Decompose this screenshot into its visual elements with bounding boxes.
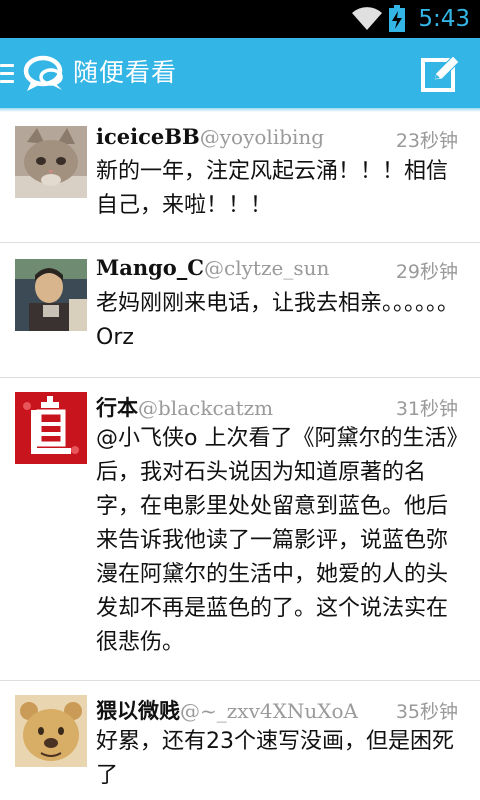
battery-charging-icon — [389, 5, 405, 32]
tweet-item[interactable]: Mango_C@clytze_sun 29秒钟 老妈刚刚来电话，让我去相亲。。。… — [0, 243, 480, 378]
user-name[interactable]: 猥以微贱 — [96, 698, 180, 723]
user-handle[interactable]: @blackcatzm — [138, 396, 273, 420]
tweet-time: 35秒钟 — [395, 701, 458, 723]
user-handle[interactable]: @clytze_sun — [204, 256, 329, 280]
tweet-text: @小飞侠o 上次看了《阿黛尔的生活》后，我对石头说因为知道原著的名字，在电影里处… — [96, 426, 458, 655]
wifi-icon — [352, 7, 382, 31]
timeline-feed[interactable]: iceiceBB@yoyolibing 23秒钟 新的一年，注定风起云涌！！！相… — [0, 112, 480, 800]
action-bar — [0, 38, 480, 108]
tweet-item[interactable]: iceiceBB@yoyolibing 23秒钟 新的一年，注定风起云涌！！！相… — [0, 112, 480, 243]
tweet-time: 29秒钟 — [395, 261, 458, 283]
avatar[interactable] — [15, 695, 87, 767]
user-name[interactable]: Mango_C — [96, 255, 204, 280]
avatar[interactable] — [15, 259, 87, 331]
tweet-item[interactable]: 猥以微贱@~_zxv4XNuXoA 35秒钟 好累，还有23个速写没画，但是困死… — [0, 681, 480, 800]
user-handle[interactable]: @yoyolibing — [200, 125, 324, 149]
status-time: 5:43 — [418, 6, 470, 32]
user-name[interactable]: iceiceBB — [96, 124, 200, 149]
tweet-text: 好累，还有23个速写没画，但是困死了 — [96, 729, 454, 788]
tweet-time: 23秒钟 — [395, 130, 458, 152]
page-title: 随便看看 — [73, 58, 178, 87]
menu-icon[interactable] — [0, 64, 14, 84]
avatar[interactable] — [15, 392, 87, 464]
user-handle[interactable]: @~_zxv4XNuXoA — [180, 699, 358, 723]
tweet-time: 31秒钟 — [395, 398, 458, 420]
avatar[interactable] — [15, 126, 87, 198]
tweet-text: 新的一年，注定风起云涌！！！相信自己，来啦！！！ — [96, 159, 449, 218]
status-bar: 5:43 — [0, 0, 480, 38]
speech-bubbles-icon[interactable] — [22, 54, 64, 94]
tweet-text: 老妈刚刚来电话，让我去相亲。。。。。。Orz — [96, 291, 460, 350]
compose-button[interactable] — [420, 52, 462, 94]
user-name[interactable]: 行本 — [96, 395, 138, 420]
tweet-item[interactable]: 行本@blackcatzm 31秒钟 @小飞侠o 上次看了《阿黛尔的生活》后，我… — [0, 378, 480, 681]
